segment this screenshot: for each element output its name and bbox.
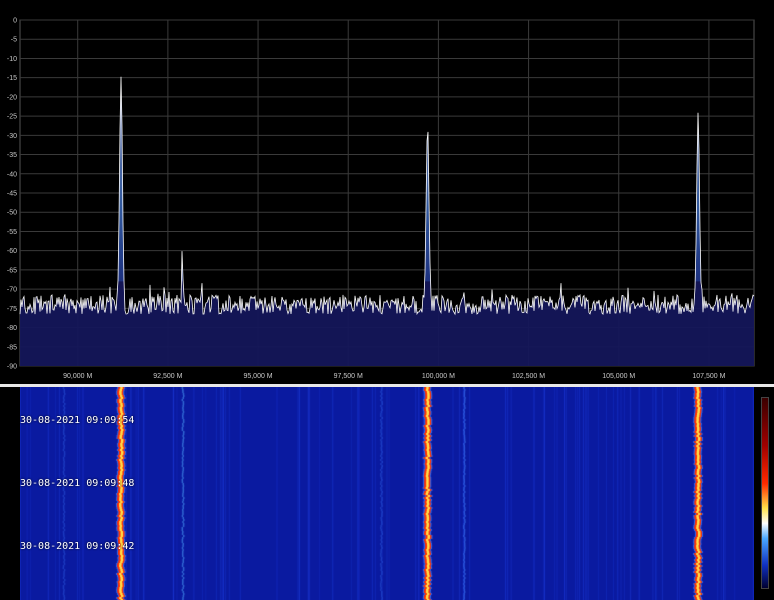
waterfall-color-scale [761, 397, 769, 589]
y-tick-label: -35 [7, 152, 17, 159]
y-tick-label: -90 [7, 364, 17, 371]
y-tick-label: -20 [7, 94, 17, 101]
x-tick-label: 92,500 M [153, 373, 182, 380]
y-tick-label: -65 [7, 267, 17, 274]
x-tick-label: 105,000 M [602, 373, 635, 380]
waterfall-panel[interactable]: 30-08-2021 09:09:54 30-08-2021 09:09:48 … [0, 387, 774, 600]
y-tick-label: -75 [7, 306, 17, 313]
y-tick-label: -85 [7, 344, 17, 351]
x-tick-label: 97,500 M [334, 373, 363, 380]
x-tick-label: 100,000 M [422, 373, 455, 380]
y-tick-label: -50 [7, 210, 17, 217]
y-tick-label: -5 [11, 37, 17, 44]
y-tick-label: 0 [13, 18, 17, 25]
y-tick-label: -70 [7, 287, 17, 294]
y-tick-label: -45 [7, 191, 17, 198]
waterfall-timestamp: 30-08-2021 09:09:48 [20, 478, 135, 489]
y-tick-label: -55 [7, 229, 17, 236]
spectrum-plot[interactable]: 0 -5 -10 -15 -20 -25 -30 -35 -40 -45 -50 -55 -60 -65 -… [0, 0, 774, 384]
x-tick-label: 95,000 M [243, 373, 272, 380]
y-tick-label: -40 [7, 171, 17, 178]
spectrum-panel[interactable]: 0 -5 -10 -15 -20 -25 -30 -35 -40 -45 -50 -55 -60 -65 -… [0, 0, 774, 384]
x-tick-label: 102,500 M [512, 373, 545, 380]
waterfall-timestamp: 30-08-2021 09:09:42 [20, 541, 135, 552]
y-tick-label: -80 [7, 325, 17, 332]
x-tick-label: 90,000 M [63, 373, 92, 380]
x-tick-label: 107,500 M [692, 373, 725, 380]
y-tick-label: -25 [7, 114, 17, 121]
y-tick-label: -15 [7, 75, 17, 82]
y-tick-label: -10 [7, 56, 17, 63]
waterfall-timestamp: 30-08-2021 09:09:54 [20, 415, 135, 426]
y-tick-label: -60 [7, 248, 17, 255]
y-tick-label: -30 [7, 133, 17, 140]
